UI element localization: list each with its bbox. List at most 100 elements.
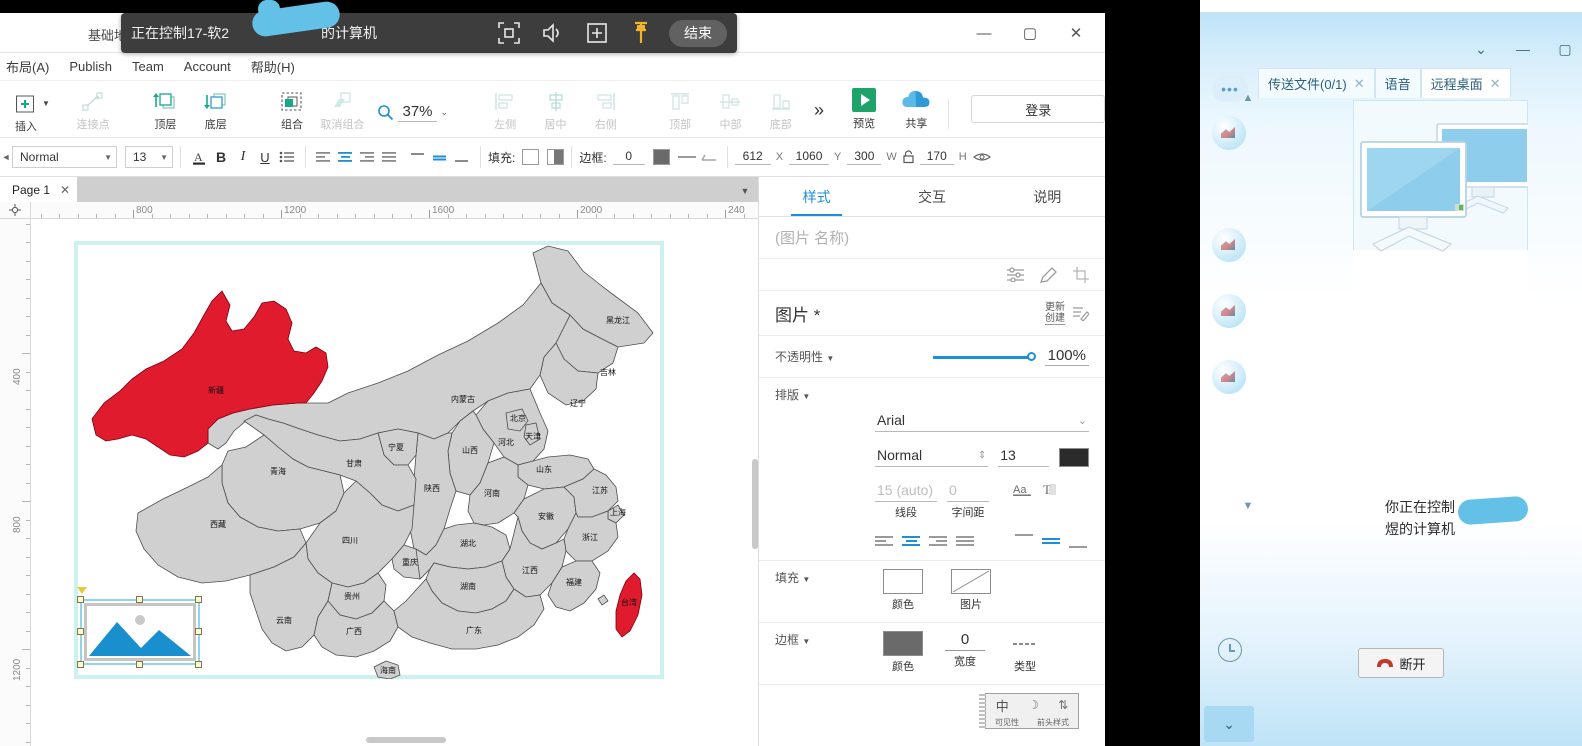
contact-avatar[interactable] bbox=[1212, 360, 1246, 394]
border-width-cell[interactable]: 0 宽度 bbox=[937, 631, 993, 669]
align-left-text-button[interactable] bbox=[313, 146, 335, 168]
border-color-swatch[interactable] bbox=[652, 149, 670, 165]
widget-name-field[interactable]: (图片 名称) bbox=[759, 217, 1105, 259]
valign-bottom-button[interactable] bbox=[451, 146, 473, 168]
underline-button[interactable]: U bbox=[254, 146, 276, 168]
border-type-cell[interactable]: 类型 bbox=[997, 631, 1053, 674]
resize-handle-s[interactable] bbox=[136, 661, 143, 668]
close-icon[interactable]: ✕ bbox=[1354, 76, 1365, 92]
preview-button[interactable]: 预览 bbox=[838, 84, 890, 134]
bold-button[interactable]: B bbox=[210, 146, 232, 168]
update-create-label[interactable]: 更新 创建 bbox=[1045, 302, 1065, 325]
maximize-icon[interactable]: ▢ bbox=[1552, 38, 1578, 60]
font-style-select[interactable]: Normal ⇕ bbox=[875, 444, 989, 467]
fill-color-cell[interactable]: 颜色 bbox=[875, 569, 931, 612]
border-style-button[interactable] bbox=[676, 146, 698, 168]
resize-handle-w[interactable] bbox=[77, 628, 84, 635]
canvas-horizontal-scrollbar[interactable] bbox=[31, 734, 758, 746]
ime-drag-handle[interactable] bbox=[979, 694, 986, 730]
login-button[interactable]: 登录 bbox=[971, 95, 1105, 123]
align-top-button[interactable]: 顶部 bbox=[655, 85, 705, 133]
minimize-icon[interactable]: — bbox=[1510, 38, 1536, 60]
chevron-down-icon[interactable]: ⌄ bbox=[1468, 38, 1494, 60]
tab-notes[interactable]: 说明 bbox=[990, 177, 1105, 216]
fill-color-swatch-panel[interactable] bbox=[883, 569, 923, 594]
menu-item-layout[interactable]: 布局(A) bbox=[0, 54, 59, 79]
fill-gradient-swatch[interactable] bbox=[547, 149, 565, 165]
panel-valign-bottom-icon[interactable] bbox=[1069, 534, 1087, 548]
fill-image-swatch[interactable] bbox=[951, 569, 991, 594]
resize-handle-sw[interactable] bbox=[77, 661, 84, 668]
scroll-down-icon[interactable]: ▼ bbox=[1240, 498, 1256, 514]
contact-avatar[interactable] bbox=[1212, 294, 1246, 328]
resize-handle-n[interactable] bbox=[136, 596, 143, 603]
tab-overflow-icon[interactable]: ▼ bbox=[738, 184, 752, 198]
rd-tab-file-transfer[interactable]: 传送文件(0/1) ✕ bbox=[1258, 68, 1375, 98]
tab-interactions[interactable]: 交互 bbox=[874, 177, 989, 216]
slider-knob[interactable] bbox=[1026, 351, 1036, 361]
resize-handle-se[interactable] bbox=[195, 661, 202, 668]
zoom-dropdown-icon[interactable]: ⌄ bbox=[441, 107, 449, 118]
crop-icon[interactable] bbox=[1073, 266, 1089, 283]
panel-align-left-icon[interactable] bbox=[875, 534, 893, 548]
line-spacing-field[interactable]: 15 (auto) bbox=[875, 479, 937, 502]
ime-moon-icon[interactable]: ☽ bbox=[1028, 698, 1039, 712]
opacity-value[interactable]: 100% bbox=[1044, 347, 1089, 366]
page-tab-page1[interactable]: Page 1 ✕ bbox=[0, 177, 78, 202]
font-size-select[interactable]: 13 ▼ bbox=[125, 146, 173, 168]
x-position-input[interactable]: 612 bbox=[734, 149, 771, 165]
menu-item-account[interactable]: Account bbox=[174, 56, 241, 77]
visibility-eye-icon[interactable] bbox=[972, 151, 991, 163]
history-clock-icon[interactable] bbox=[1218, 638, 1242, 662]
insert-dropdown-arrow[interactable]: ▼ bbox=[42, 91, 50, 117]
width-input[interactable]: 300 bbox=[847, 149, 882, 165]
rd-expand-button[interactable]: ⌄ bbox=[1204, 706, 1254, 742]
align-middle-button[interactable]: 中部 bbox=[705, 85, 755, 133]
adjust-sliders-icon[interactable] bbox=[1007, 267, 1024, 282]
end-session-button[interactable]: 结束 bbox=[669, 19, 727, 47]
valign-top-button[interactable] bbox=[407, 146, 429, 168]
keyboard-icon[interactable] bbox=[575, 13, 619, 53]
ime-mode-icon[interactable]: 中 bbox=[996, 696, 1009, 715]
menu-item-publish[interactable]: Publish bbox=[59, 56, 122, 77]
align-center-text-button[interactable] bbox=[335, 146, 357, 168]
share-button[interactable]: 共享 bbox=[890, 84, 942, 134]
border-color-cell[interactable]: 颜色 bbox=[875, 631, 931, 674]
close-button[interactable]: ✕ bbox=[1053, 13, 1099, 53]
menu-item-team[interactable]: Team bbox=[122, 56, 174, 77]
align-left-button[interactable]: 左侧 bbox=[480, 85, 530, 133]
height-input[interactable]: 170 bbox=[919, 149, 954, 165]
letter-spacing-field[interactable]: 0 bbox=[947, 479, 989, 502]
border-type-icon[interactable] bbox=[1005, 631, 1045, 656]
page-tab-close-icon[interactable]: ✕ bbox=[60, 183, 70, 197]
fill-color-swatch[interactable] bbox=[522, 149, 540, 165]
ime-toolbox-icon[interactable]: ⇅ bbox=[1058, 698, 1068, 712]
resize-handle-ne[interactable] bbox=[195, 596, 202, 603]
maximize-button[interactable]: ▢ bbox=[1007, 13, 1053, 53]
toolbar-overflow-button[interactable]: » bbox=[814, 98, 824, 121]
ime-status-bar[interactable]: 中 ☽ ⇅ 可见性 前头样式 bbox=[979, 693, 1079, 730]
contact-avatar[interactable] bbox=[1212, 228, 1246, 262]
rd-tab-remote-desktop[interactable]: 远程桌面 ✕ bbox=[1420, 68, 1511, 98]
text-shadow-icon[interactable]: T bbox=[1042, 481, 1058, 497]
valign-middle-button[interactable] bbox=[429, 146, 451, 168]
zoom-control[interactable]: 37% ⌄ bbox=[377, 97, 448, 122]
widget-style-select[interactable]: Normal ▼ bbox=[12, 146, 117, 168]
font-color-button[interactable]: A bbox=[188, 146, 210, 168]
align-center-button[interactable]: 居中 bbox=[530, 85, 580, 133]
zoom-value[interactable]: 37% bbox=[398, 103, 437, 122]
tab-style[interactable]: 样式 bbox=[759, 177, 874, 216]
speaker-icon[interactable] bbox=[531, 13, 575, 53]
italic-button[interactable]: I bbox=[232, 146, 254, 168]
font-color-chip[interactable] bbox=[1059, 448, 1089, 467]
close-icon[interactable]: ✕ bbox=[1490, 76, 1501, 92]
text-case-icon[interactable]: Aa bbox=[1013, 481, 1033, 497]
scrollbar-thumb[interactable] bbox=[366, 737, 446, 743]
panel-valign-top-icon[interactable] bbox=[1015, 534, 1033, 548]
panel-valign-middle-icon[interactable] bbox=[1042, 534, 1060, 548]
bring-front-button[interactable]: 顶层 bbox=[140, 85, 190, 133]
border-width-value[interactable]: 0 bbox=[945, 631, 985, 651]
resize-handle-e[interactable] bbox=[195, 628, 202, 635]
border-color-swatch-panel[interactable] bbox=[883, 631, 923, 656]
border-width-input[interactable]: 0 bbox=[612, 149, 645, 165]
